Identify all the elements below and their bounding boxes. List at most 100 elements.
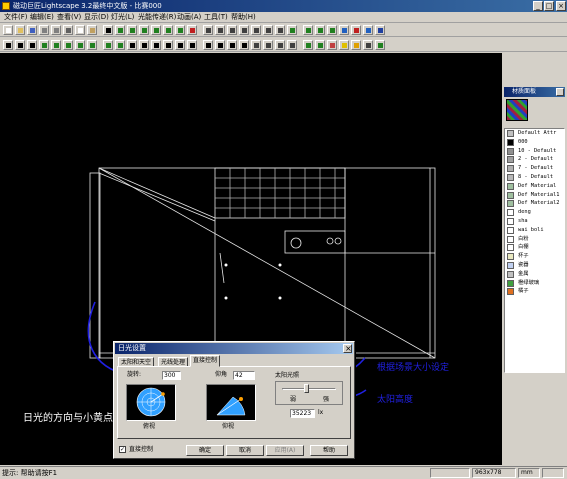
sun-intensity-slider[interactable] [304,384,310,393]
axis-z-button[interactable] [203,40,213,50]
minimize-button[interactable]: _ [533,1,543,11]
render-solid-button[interactable] [303,25,313,35]
scale-button[interactable] [151,40,161,50]
menu-help[interactable]: 帮助(H) [231,12,256,23]
menu-file[interactable]: 文件(F) [4,12,28,23]
material-list-item[interactable]: deng [505,208,564,217]
select-all-button[interactable] [39,40,49,50]
menu-light[interactable]: 灯光(L) [111,12,134,23]
ok-button[interactable]: 确定 [186,445,224,456]
material-list-item[interactable]: 橘子 [505,287,564,296]
material-button[interactable] [163,25,173,35]
save-button[interactable] [27,25,37,35]
material-list-item[interactable]: 杯子 [505,252,564,261]
previous-view-button[interactable] [275,25,285,35]
window-button[interactable] [151,25,161,35]
menu-display[interactable]: 显示(D) [84,12,109,23]
select-face-button[interactable] [27,40,37,50]
process-start-button[interactable] [339,25,349,35]
material-list-item[interactable]: 10 - Default [505,147,564,156]
hand-button[interactable] [15,40,25,50]
menu-tools[interactable]: 工具(T) [204,12,228,23]
material-list-item[interactable]: 金属 [505,270,564,279]
material-edit-button[interactable] [303,40,313,50]
elevation-view-box[interactable] [206,384,256,421]
dialog-close-button[interactable] [343,343,352,354]
deselect-button[interactable] [51,40,61,50]
material-list-item[interactable]: 8 - Default [505,173,564,182]
material-list[interactable]: Default Attr 000 10 - Default 2 - Default 7 … [504,128,565,373]
menu-radiosity[interactable]: 光能传递(R) [138,12,176,23]
axis-y-button[interactable] [187,40,197,50]
mirror-button[interactable] [163,40,173,50]
material-list-item[interactable]: Default Attr [505,129,564,138]
rotate-button[interactable] [139,40,149,50]
zoom-in-button[interactable] [203,25,213,35]
walk-button[interactable] [275,40,285,50]
texture-map-button[interactable] [327,40,337,50]
invert-button[interactable] [63,40,73,50]
tab-direct-control[interactable]: 直接控制 [190,355,221,367]
zoom-window-button[interactable] [227,25,237,35]
plane-yz-button[interactable] [227,40,237,50]
select-window-button[interactable] [103,40,113,50]
material-panel-close-button[interactable] [556,88,564,96]
render-light-button[interactable] [327,25,337,35]
render-texture-button[interactable] [315,25,325,35]
arrow-button[interactable] [3,40,13,50]
material-list-item[interactable]: 白棚 [505,243,564,252]
select-block-button[interactable] [87,40,97,50]
print-preview-button[interactable] [51,25,61,35]
plan-view-box[interactable] [126,384,176,421]
snap-button[interactable] [251,40,261,50]
material-list-item[interactable]: Def Material [505,182,564,191]
block-button[interactable] [127,25,137,35]
help-button[interactable]: 帮助 [310,445,348,456]
menu-view[interactable]: 查看(V) [57,12,81,23]
elevation-input[interactable]: 42 [233,371,255,380]
apply-button[interactable]: 应用(A) [266,445,304,456]
layer-button[interactable] [175,25,185,35]
sphere-button[interactable] [315,40,325,50]
cut-button[interactable] [63,25,73,35]
move-button[interactable] [127,40,137,50]
material-list-item[interactable]: Def Material2 [505,199,564,208]
plane-xy-button[interactable] [215,40,225,50]
select-crossing-button[interactable] [115,40,125,50]
material-list-item[interactable]: 白粉 [505,235,564,244]
direct-control-checkbox[interactable]: ✓ [119,446,126,453]
rotation-input[interactable]: 300 [162,371,181,380]
axis-x-button[interactable] [175,40,185,50]
select-button[interactable] [103,25,113,35]
light-bulb-button[interactable] [339,40,349,50]
view-button[interactable] [187,25,197,35]
material-list-item[interactable]: 7 - Default [505,164,564,173]
material-list-item[interactable]: 2 - Default [505,155,564,164]
new-file-button[interactable] [3,25,13,35]
material-list-item[interactable]: 橙绿玻璃 [505,279,564,288]
maximize-button[interactable]: □ [544,1,554,11]
open-file-button[interactable] [15,25,25,35]
figure-button[interactable] [363,40,373,50]
orbit-button[interactable] [251,25,261,35]
zoom-extents-button[interactable] [263,25,273,35]
process-stop-button[interactable] [351,25,361,35]
material-list-item[interactable]: sha [505,217,564,226]
teapot-button[interactable] [287,40,297,50]
pan-button[interactable] [239,25,249,35]
menu-edit[interactable]: 编辑(E) [30,12,54,23]
paste-button[interactable] [87,25,97,35]
material-list-item[interactable]: wai boli [505,226,564,235]
surface-button[interactable] [115,25,125,35]
material-list-item[interactable]: 000 [505,138,564,147]
render-wire-button[interactable] [287,25,297,35]
print-button[interactable] [39,25,49,35]
close-button[interactable]: × [556,1,566,11]
material-list-item[interactable]: Def Material1 [505,191,564,200]
tree-button[interactable] [375,40,385,50]
process-reset-button[interactable] [363,25,373,35]
light-button[interactable] [139,25,149,35]
cancel-button[interactable]: 取消 [226,445,264,456]
daylight-button[interactable] [351,40,361,50]
plane-zx-button[interactable] [239,40,249,50]
